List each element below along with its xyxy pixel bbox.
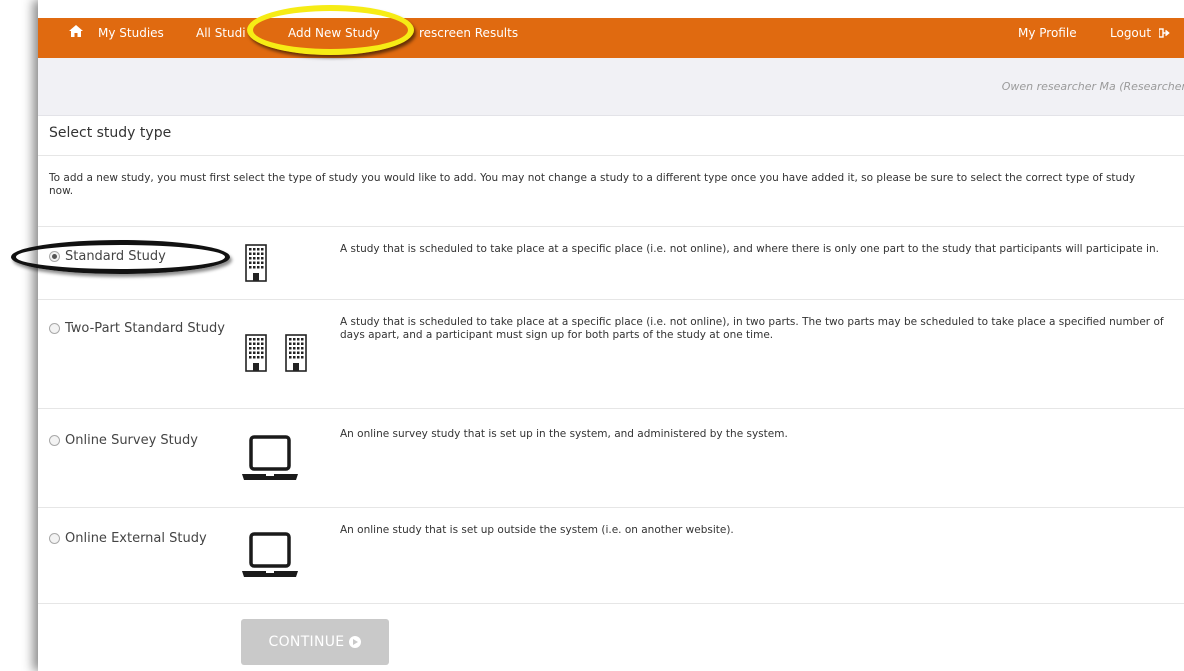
continue-label: CONTINUE — [268, 634, 345, 650]
continue-button[interactable]: CONTINUE — [241, 619, 389, 665]
divider — [38, 603, 1184, 604]
radio-button[interactable] — [49, 323, 60, 334]
page-container: My Studies All Studi Add New Study rescr… — [11, 0, 1184, 671]
page-title: Select study type — [49, 125, 172, 141]
radio-online-external-study[interactable]: Online External Study — [49, 531, 225, 546]
option-label: Online Survey Study — [65, 433, 198, 448]
radio-button[interactable] — [49, 251, 60, 262]
nav-logout-label: Logout — [1110, 26, 1152, 40]
home-icon — [69, 25, 83, 37]
two-buildings-icon — [245, 334, 307, 372]
laptop-icon — [242, 532, 298, 577]
nav-add-new-study[interactable]: Add New Study — [288, 18, 380, 48]
radio-two-part-standard-study[interactable]: Two-Part Standard Study — [49, 321, 225, 336]
top-navbar: My Studies All Studi Add New Study rescr… — [38, 18, 1184, 58]
arrow-circle-right-icon — [349, 636, 362, 648]
option-label: Two-Part Standard Study — [65, 321, 225, 336]
radio-button[interactable] — [49, 533, 60, 544]
option-description: An online survey study that is set up in… — [340, 428, 788, 440]
nav-logout[interactable]: Logout — [1110, 18, 1170, 48]
sign-out-icon — [1158, 28, 1170, 38]
nav-prescreen-results[interactable]: rescreen Results — [419, 18, 518, 48]
divider — [38, 155, 1184, 156]
study-type-option: Standard Study A study that is scheduled… — [38, 227, 1184, 299]
option-description: A study that is scheduled to take place … — [340, 316, 1164, 341]
logged-in-user: Owen researcher Ma (Researcher — [1001, 80, 1184, 93]
radio-standard-study[interactable]: Standard Study — [49, 249, 225, 264]
user-info-bar: Owen researcher Ma (Researcher — [38, 58, 1184, 116]
option-label: Standard Study — [65, 249, 166, 264]
study-type-option: Two-Part Standard Study A study that is … — [38, 300, 1184, 408]
option-description: A study that is scheduled to take place … — [340, 243, 1159, 255]
option-description: An online study that is set up outside t… — [340, 524, 734, 536]
nav-my-studies[interactable]: My Studies — [98, 18, 164, 48]
nav-all-studies[interactable]: All Studi — [196, 18, 246, 48]
option-label: Online External Study — [65, 531, 207, 546]
laptop-icon — [242, 435, 298, 480]
radio-button[interactable] — [49, 435, 60, 446]
study-type-option: Online External Study An online study th… — [38, 508, 1184, 603]
building-icon — [245, 244, 267, 282]
radio-online-survey-study[interactable]: Online Survey Study — [49, 433, 225, 448]
intro-text: To add a new study, you must first selec… — [49, 172, 1136, 197]
study-type-option: Online Survey Study An online survey stu… — [38, 409, 1184, 507]
nav-my-profile[interactable]: My Profile — [1018, 18, 1077, 48]
